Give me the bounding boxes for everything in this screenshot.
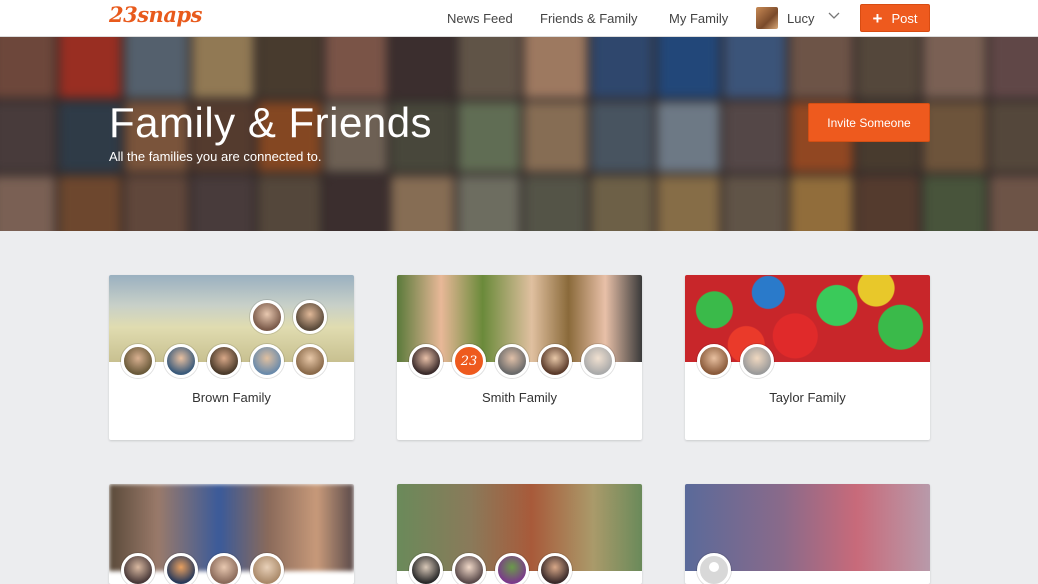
logo[interactable]: 23snaps bbox=[109, 2, 202, 27]
family-name: Smith Family bbox=[481, 390, 558, 405]
member-avatar[interactable] bbox=[495, 553, 529, 584]
member-avatar[interactable] bbox=[495, 344, 529, 378]
member-avatar[interactable] bbox=[250, 553, 284, 584]
member-avatar-placeholder[interactable] bbox=[697, 553, 731, 584]
member-avatar[interactable] bbox=[452, 553, 486, 584]
plus-icon: + bbox=[872, 8, 883, 28]
member-avatar[interactable] bbox=[293, 300, 327, 334]
page-title: Family & Friends bbox=[109, 99, 433, 146]
member-avatar[interactable] bbox=[164, 344, 198, 378]
nav-my-family[interactable]: My Family bbox=[669, 11, 728, 26]
member-avatar[interactable] bbox=[538, 553, 572, 584]
member-avatar[interactable] bbox=[207, 344, 241, 378]
nav-friends-family[interactable]: Friends & Family bbox=[540, 11, 638, 26]
family-name: Brown Family bbox=[192, 390, 271, 405]
member-avatar[interactable] bbox=[409, 553, 443, 584]
hero-banner: Family & Friends All the families you ar… bbox=[0, 37, 1038, 231]
user-name[interactable]: Lucy bbox=[787, 11, 814, 26]
family-card[interactable] bbox=[109, 484, 354, 584]
post-button-label: Post bbox=[891, 10, 918, 26]
chevron-down-icon[interactable] bbox=[828, 9, 840, 21]
family-card-taylor[interactable]: Taylor Family bbox=[685, 275, 930, 440]
member-avatar[interactable] bbox=[740, 344, 774, 378]
family-card-brown[interactable]: Brown Family bbox=[109, 275, 354, 440]
family-name: Taylor Family bbox=[769, 390, 846, 405]
page-subtitle: All the families you are connected to. bbox=[109, 149, 322, 164]
invite-someone-button[interactable]: Invite Someone bbox=[808, 103, 930, 142]
member-avatar[interactable] bbox=[293, 344, 327, 378]
member-avatar[interactable] bbox=[538, 344, 572, 378]
top-bar: 23snaps News Feed Friends & Family My Fa… bbox=[0, 0, 1038, 37]
member-avatar[interactable] bbox=[164, 553, 198, 584]
family-card-smith[interactable]: 23 Smith Family bbox=[397, 275, 642, 440]
member-avatar[interactable] bbox=[121, 553, 155, 584]
member-avatar[interactable] bbox=[121, 344, 155, 378]
member-avatar[interactable] bbox=[581, 344, 615, 378]
member-avatar[interactable] bbox=[409, 344, 443, 378]
member-avatar[interactable] bbox=[207, 553, 241, 584]
member-avatar[interactable] bbox=[250, 300, 284, 334]
user-avatar[interactable] bbox=[756, 7, 778, 29]
member-avatar-badge[interactable]: 23 bbox=[452, 344, 486, 378]
family-card[interactable] bbox=[397, 484, 642, 584]
member-avatar[interactable] bbox=[250, 344, 284, 378]
member-avatar[interactable] bbox=[697, 344, 731, 378]
family-card[interactable] bbox=[685, 484, 930, 584]
nav-news-feed[interactable]: News Feed bbox=[447, 11, 513, 26]
post-button[interactable]: + Post bbox=[860, 4, 930, 32]
